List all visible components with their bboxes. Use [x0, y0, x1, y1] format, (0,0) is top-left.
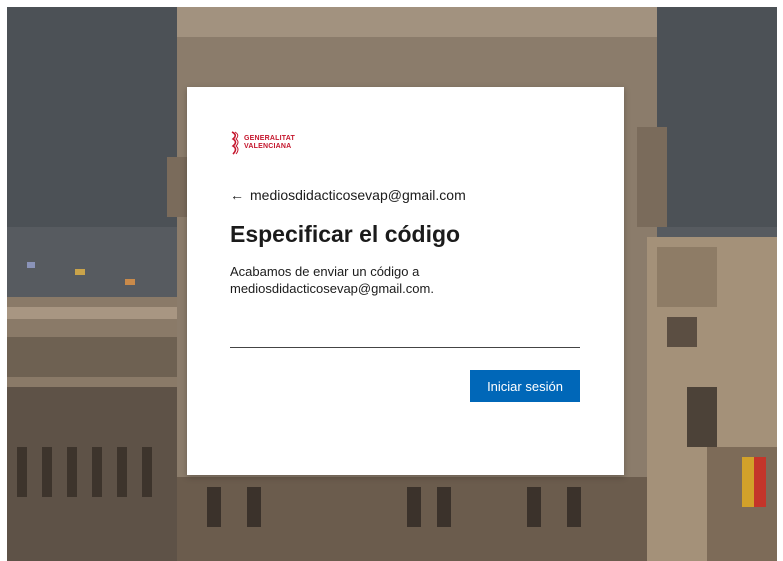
account-email: mediosdidacticosevap@gmail.com	[250, 187, 466, 203]
generalitat-valenciana-logo: GENERALITAT VALENCIANA	[230, 131, 295, 155]
back-arrow-icon[interactable]: ←	[230, 187, 244, 203]
sign-in-dialog: GENERALITAT VALENCIANA ← mediosdidactico…	[187, 87, 624, 475]
page-title: Especificar el código	[230, 221, 461, 247]
code-input[interactable]	[230, 321, 580, 348]
brand-line-1: GENERALITAT	[244, 135, 295, 142]
back-to-account-link[interactable]: ← mediosdidacticosevap@gmail.com	[230, 187, 466, 203]
generalitat-emblem-icon	[231, 131, 239, 155]
sign-in-page: GENERALITAT VALENCIANA ← mediosdidactico…	[0, 0, 783, 561]
sign-in-button[interactable]: Iniciar sesión	[470, 370, 580, 402]
code-sent-description: Acabamos de enviar un código a mediosdid…	[230, 264, 434, 296]
brand-line-2: VALENCIANA	[244, 143, 292, 150]
brand-name: GENERALITAT VALENCIANA	[244, 135, 295, 151]
